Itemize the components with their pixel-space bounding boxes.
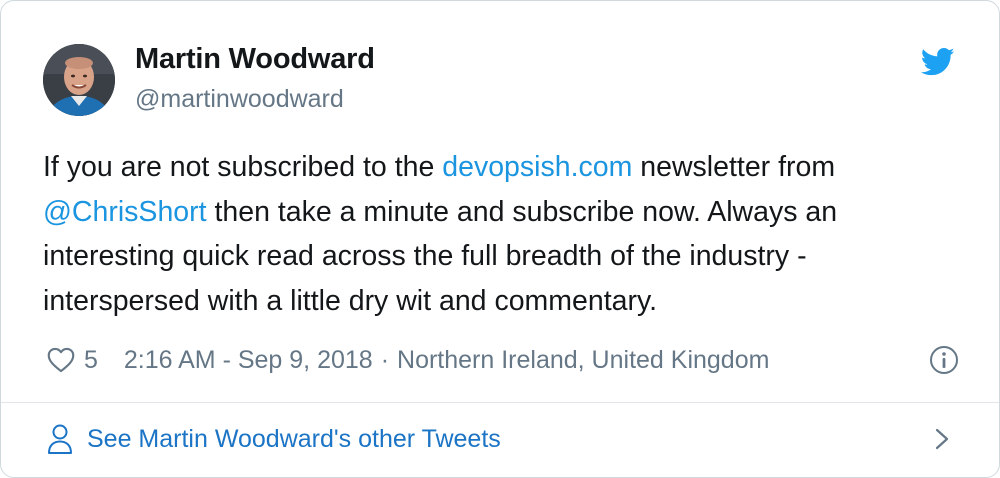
- person-icon: [48, 424, 72, 454]
- tweet-text-part: newsletter from: [632, 151, 836, 183]
- like-count[interactable]: 5: [84, 346, 98, 375]
- info-icon[interactable]: [929, 345, 959, 375]
- author-name[interactable]: Martin Woodward: [135, 43, 375, 76]
- location: Northern Ireland, United Kingdom: [397, 345, 770, 374]
- avatar[interactable]: [43, 44, 115, 116]
- tweet-card: Martin Woodward @martinwoodward If you a…: [0, 0, 1000, 478]
- tweet-meta: 5 2:16 AM - Sep 9, 2018 · Northern Irela…: [47, 343, 967, 377]
- devopsish-link[interactable]: devopsish.com: [442, 151, 632, 183]
- timestamp[interactable]: 2:16 AM - Sep 9, 2018: [124, 346, 373, 375]
- chevron-right-icon[interactable]: [933, 427, 951, 451]
- avatar-photo: [43, 44, 115, 116]
- meta-separator: ·: [380, 345, 390, 374]
- author-handle[interactable]: @martinwoodward: [135, 85, 344, 114]
- see-other-tweets-link[interactable]: See Martin Woodward's other Tweets: [47, 421, 501, 457]
- see-other-tweets-label[interactable]: See Martin Woodward's other Tweets: [87, 425, 501, 454]
- tweet-text: If you are not subscribed to the devopsi…: [43, 145, 963, 323]
- divider: [1, 402, 999, 403]
- heart-icon[interactable]: [47, 347, 75, 373]
- mention-link[interactable]: @ChrisShort: [43, 196, 207, 228]
- tweet-text-part: If you are not subscribed to the: [43, 151, 443, 183]
- twitter-bird-icon[interactable]: [921, 47, 955, 77]
